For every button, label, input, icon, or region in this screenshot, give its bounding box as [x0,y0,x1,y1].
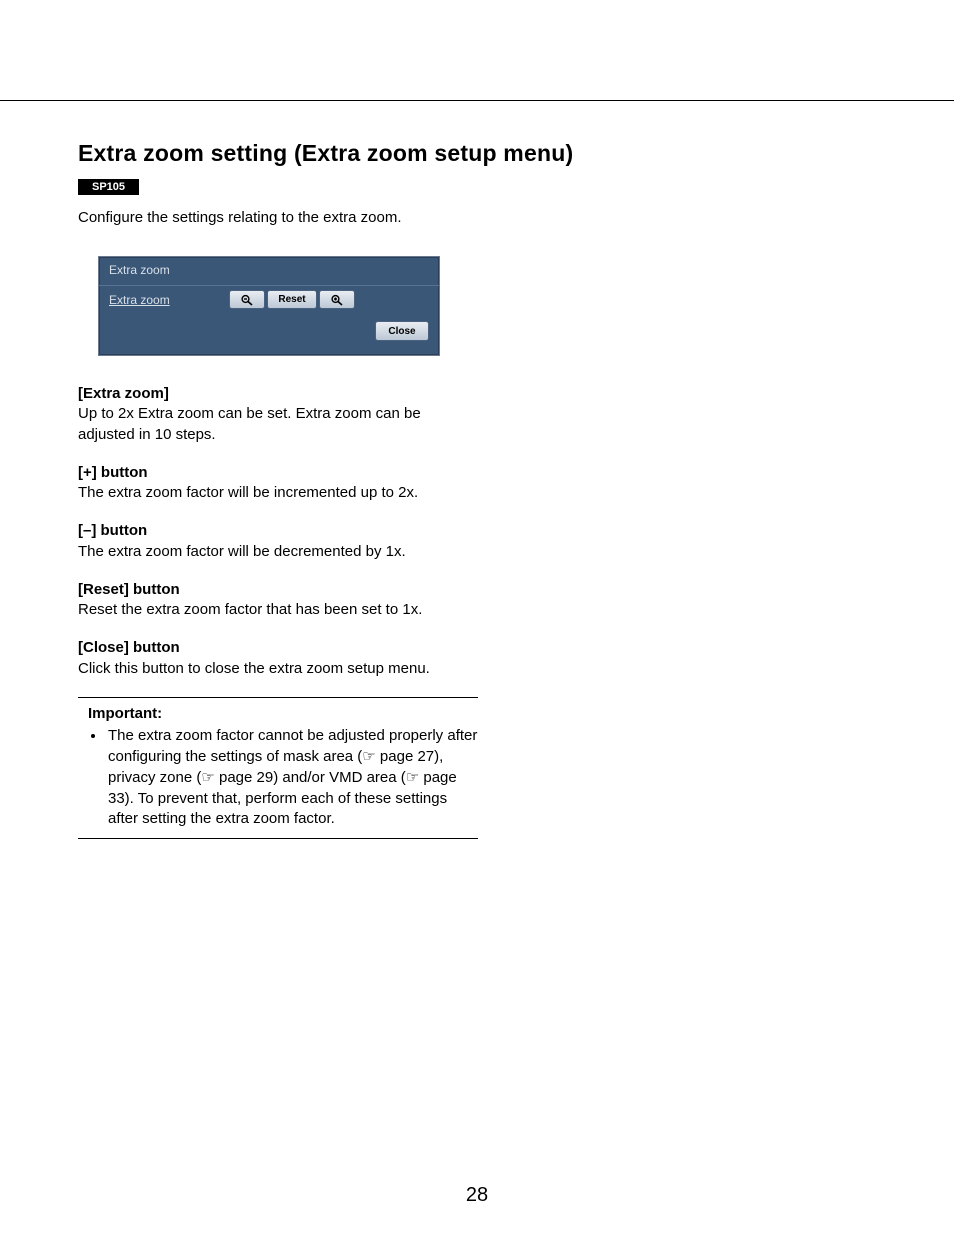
section-plus-button: [+] button The extra zoom factor will be… [78,463,478,504]
important-note: Important: The extra zoom factor cannot … [78,697,478,839]
section-close-button: [Close] button Click this button to clos… [78,638,478,679]
page-title: Extra zoom setting (Extra zoom setup men… [78,140,878,167]
reset-button[interactable]: Reset [267,290,317,309]
section-body: The extra zoom factor will be incremente… [78,483,478,503]
close-button[interactable]: Close [375,321,429,341]
important-item: The extra zoom factor cannot be adjusted… [106,726,478,829]
section-body: The extra zoom factor will be decremente… [78,542,478,562]
zoom-in-button[interactable] [319,290,355,309]
section-head: [–] button [78,521,478,541]
extra-zoom-dialog: Extra zoom Extra zoom Reset [98,256,440,356]
section-body: Click this button to close the extra zoo… [78,659,478,679]
content-area: Extra zoom setting (Extra zoom setup men… [78,140,878,839]
sections: [Extra zoom] Up to 2x Extra zoom can be … [78,384,478,839]
section-minus-button: [–] button The extra zoom factor will be… [78,521,478,562]
page-number: 28 [0,1184,954,1207]
important-list: The extra zoom factor cannot be adjusted… [88,726,478,829]
important-head: Important: [88,704,478,725]
section-body: Up to 2x Extra zoom can be set. Extra zo… [78,404,478,445]
section-head: [Extra zoom] [78,384,478,404]
zoom-in-icon [330,294,344,306]
section-reset-button: [Reset] button Reset the extra zoom fact… [78,580,478,621]
manual-page: Extra zoom setting (Extra zoom setup men… [0,0,954,1235]
dialog-row: Extra zoom Reset [99,286,439,315]
header-rule [0,100,954,101]
zoom-out-button[interactable] [229,290,265,309]
section-head: [+] button [78,463,478,483]
section-extra-zoom: [Extra zoom] Up to 2x Extra zoom can be … [78,384,478,445]
model-badge: SP105 [78,179,139,195]
section-head: [Close] button [78,638,478,658]
dialog-close-row: Close [99,315,439,355]
dialog-header: Extra zoom [99,257,439,286]
intro-text: Configure the settings relating to the e… [78,209,878,226]
dialog-row-label: Extra zoom [109,293,229,307]
zoom-out-icon [240,294,254,306]
section-head: [Reset] button [78,580,478,600]
section-body: Reset the extra zoom factor that has bee… [78,600,478,620]
